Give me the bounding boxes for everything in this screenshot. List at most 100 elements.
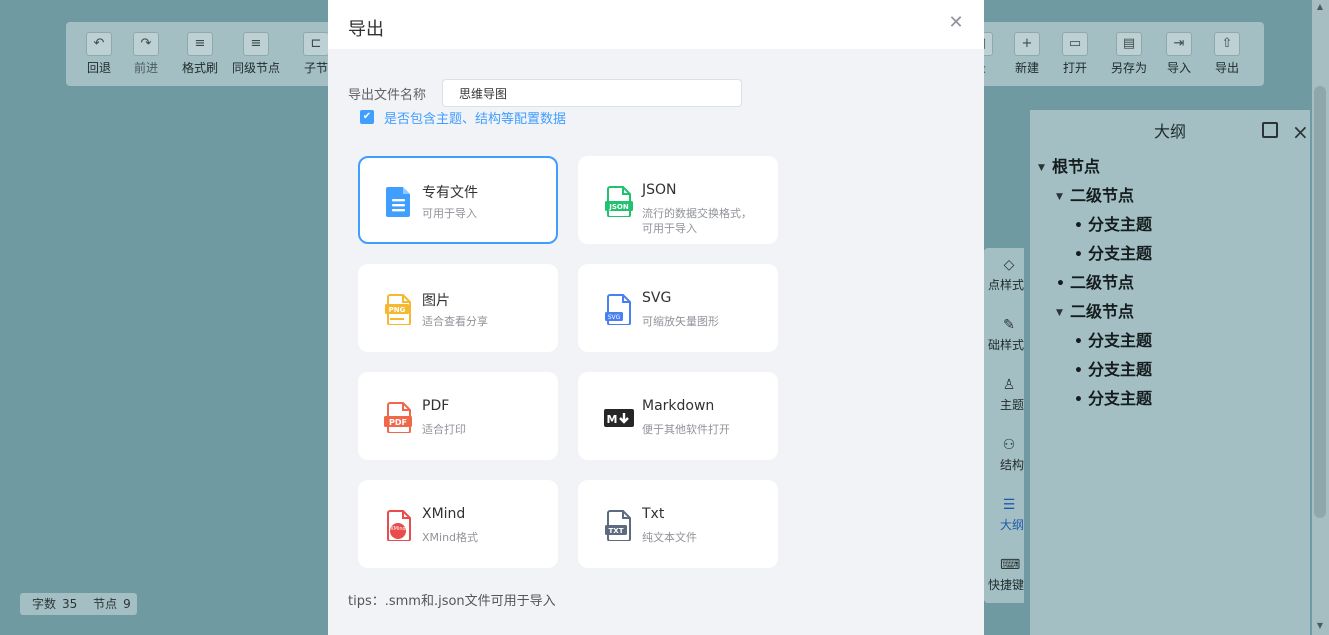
outline-close-icon[interactable]: × bbox=[1292, 110, 1309, 154]
side-dock: ◇ 点样式 ✎ 础样式 ♙ 主题 ⚇ 结构 ☰ 大纲 ⌨ 快捷键 bbox=[984, 248, 1024, 603]
export-format-card-xmind[interactable]: XMind XMind XMind格式 bbox=[358, 480, 558, 568]
close-icon[interactable]: ✕ bbox=[947, 12, 965, 34]
dock-item-label: 主题 bbox=[999, 398, 1024, 412]
outline-node-label: 二级节点 bbox=[1070, 302, 1135, 321]
format-description: 可用于导入 bbox=[422, 207, 477, 220]
bullet-icon: • bbox=[1074, 363, 1083, 379]
dock-item-3[interactable]: ⚇ 结构 bbox=[980, 436, 1024, 473]
expand-arrow-icon[interactable]: ▼ bbox=[1056, 192, 1070, 202]
include-config-label: 是否包含主题、结构等配置数据 bbox=[384, 111, 567, 127]
dock-item-label: 结构 bbox=[999, 458, 1024, 472]
scroll-up-icon[interactable]: ▲ bbox=[1314, 2, 1326, 14]
outline-node[interactable]: ▼ 二级节点 bbox=[1056, 298, 1134, 322]
format-description: 纯文本文件 bbox=[642, 531, 697, 544]
dialog-title: 导出 bbox=[348, 19, 384, 40]
format-name: JSON bbox=[642, 182, 677, 198]
export-format-card-svg[interactable]: SVG SVG 可缩放矢量图形 bbox=[578, 264, 778, 352]
export-format-card-json[interactable]: JSON JSON 流行的数据交换格式，可用于导入 bbox=[578, 156, 778, 244]
outline-panel: 大纲 × ▼ 根节点 ▼ 二级节点 • 分支主题 • 分支主题 • 二级节点 ▼ 二级节点 • 分支主题 •… bbox=[1030, 110, 1310, 635]
dock-item-2[interactable]: ♙ 主题 bbox=[980, 376, 1024, 413]
toolbar-button-left-1[interactable]: ↷ 前进 bbox=[122, 32, 170, 76]
outline-node-label: 根节点 bbox=[1052, 157, 1101, 176]
toolbar-button-right-4[interactable]: ⇥ 导入 bbox=[1155, 32, 1203, 76]
export-format-card-专有文件[interactable]: 专有文件 可用于导入 bbox=[358, 156, 558, 244]
svg-text:XMind: XMind bbox=[390, 526, 405, 532]
checkbox-check-icon[interactable]: ✔ bbox=[360, 110, 374, 124]
xmind-file-icon: XMind bbox=[384, 509, 414, 542]
theme-icon: ♙ bbox=[1002, 377, 1016, 393]
export-format-card-markdown[interactable]: M Markdown 便于其他软件打开 bbox=[578, 372, 778, 460]
format-name: XMind bbox=[422, 506, 466, 522]
words-value: 35 bbox=[62, 597, 78, 611]
toolbar-button-right-1[interactable]: + 新建 bbox=[1003, 32, 1051, 76]
scroll-down-icon[interactable]: ▼ bbox=[1314, 621, 1326, 633]
json-file-icon: JSON bbox=[604, 185, 634, 218]
filename-input[interactable] bbox=[442, 79, 742, 107]
expand-arrow-icon[interactable]: ▼ bbox=[1038, 163, 1052, 173]
dock-item-label: 大纲 bbox=[999, 518, 1024, 532]
toolbar-button-right-3[interactable]: ▤ 另存为 bbox=[1105, 32, 1153, 76]
format-description: XMind格式 bbox=[422, 531, 479, 544]
outline-node[interactable]: • 分支主题 bbox=[1074, 356, 1152, 380]
format-description: 可缩放矢量图形 bbox=[642, 315, 719, 328]
toolbar-button-left-0[interactable]: ↶ 回退 bbox=[75, 32, 123, 76]
outline-header: 大纲 × bbox=[1030, 110, 1310, 154]
export-format-card-txt[interactable]: TXT Txt 纯文本文件 bbox=[578, 480, 778, 568]
svg-text:M: M bbox=[607, 413, 618, 426]
png-file-icon: PNG bbox=[384, 293, 414, 326]
toolbar-button-right-5[interactable]: ⇧ 导出 bbox=[1203, 32, 1251, 76]
page-scrollbar-thumb[interactable] bbox=[1314, 86, 1326, 518]
open-file-icon: ▭ bbox=[1062, 32, 1088, 56]
outline-node[interactable]: • 二级节点 bbox=[1056, 269, 1134, 293]
nodes-value: 9 bbox=[123, 597, 131, 611]
outline-node[interactable]: • 分支主题 bbox=[1074, 240, 1152, 264]
format-description: 便于其他软件打开 bbox=[642, 423, 730, 436]
outline-node[interactable]: ▼ 根节点 bbox=[1038, 153, 1100, 177]
toolbar-button-right-2[interactable]: ▭ 打开 bbox=[1051, 32, 1099, 76]
outline-node[interactable]: • 分支主题 bbox=[1074, 385, 1152, 409]
expand-arrow-icon[interactable]: ▼ bbox=[1056, 308, 1070, 318]
outline-node[interactable]: • 分支主题 bbox=[1074, 327, 1152, 351]
outline-node-label: 二级节点 bbox=[1070, 273, 1135, 292]
outline-node-label: 分支主题 bbox=[1088, 215, 1153, 234]
bullet-icon: • bbox=[1056, 276, 1065, 292]
svg-file-icon: SVG bbox=[604, 293, 634, 326]
tips-text: tips：.smm和.json文件可用于导入 bbox=[348, 594, 556, 609]
outline-node-label: 分支主题 bbox=[1088, 244, 1153, 263]
bullet-icon: • bbox=[1074, 334, 1083, 350]
toolbar-button-label: 前进 bbox=[133, 61, 158, 75]
include-config-checkbox[interactable]: ✔ 是否包含主题、结构等配置数据 bbox=[360, 108, 567, 127]
bullet-icon: • bbox=[1074, 218, 1083, 234]
fullscreen-icon[interactable] bbox=[1262, 122, 1278, 138]
svg-text:PNG: PNG bbox=[389, 306, 406, 314]
toolbar-button-label: 另存为 bbox=[1110, 61, 1147, 75]
redo-icon: ↷ bbox=[133, 32, 159, 56]
shortcut-icon: ⌨ bbox=[1000, 557, 1021, 573]
new-file-icon: + bbox=[1014, 32, 1040, 56]
toolbar-button-left-3[interactable]: ≡ 同级节点 bbox=[232, 32, 280, 76]
outline-node[interactable]: • 分支主题 bbox=[1074, 211, 1152, 235]
dock-item-label: 础样式 bbox=[987, 338, 1024, 352]
word-count-bar: 字数 35 节点 9 bbox=[20, 593, 137, 615]
toolbar-button-left-2[interactable]: ≡ 格式刷 bbox=[176, 32, 224, 76]
dock-item-label: 点样式 bbox=[987, 278, 1024, 292]
dock-item-1[interactable]: ✎ 础样式 bbox=[980, 316, 1024, 353]
base-style-icon: ✎ bbox=[1003, 317, 1015, 333]
dock-item-4[interactable]: ☰ 大纲 bbox=[980, 496, 1024, 533]
dock-item-label: 快捷键 bbox=[987, 578, 1024, 592]
pdf-file-icon: PDF bbox=[384, 401, 414, 434]
export-format-card-pdf[interactable]: PDF PDF 适合打印 bbox=[358, 372, 558, 460]
toolbar-button-label: 导出 bbox=[1214, 61, 1239, 75]
dialog-header: 导出 ✕ bbox=[328, 0, 984, 49]
format-name: 图片 bbox=[422, 293, 450, 309]
bullet-icon: • bbox=[1074, 247, 1083, 263]
export-format-card-图片[interactable]: PNG 图片 适合查看分享 bbox=[358, 264, 558, 352]
toolbar-button-label: 打开 bbox=[1062, 61, 1087, 75]
outline-node[interactable]: ▼ 二级节点 bbox=[1056, 182, 1134, 206]
toolbar-button-label: 新建 bbox=[1014, 61, 1039, 75]
svg-text:SVG: SVG bbox=[608, 314, 621, 321]
bullet-icon: • bbox=[1074, 392, 1083, 408]
dock-item-5[interactable]: ⌨ 快捷键 bbox=[980, 556, 1024, 593]
outline-icon: ☰ bbox=[1002, 497, 1016, 513]
dock-item-0[interactable]: ◇ 点样式 bbox=[980, 256, 1024, 293]
